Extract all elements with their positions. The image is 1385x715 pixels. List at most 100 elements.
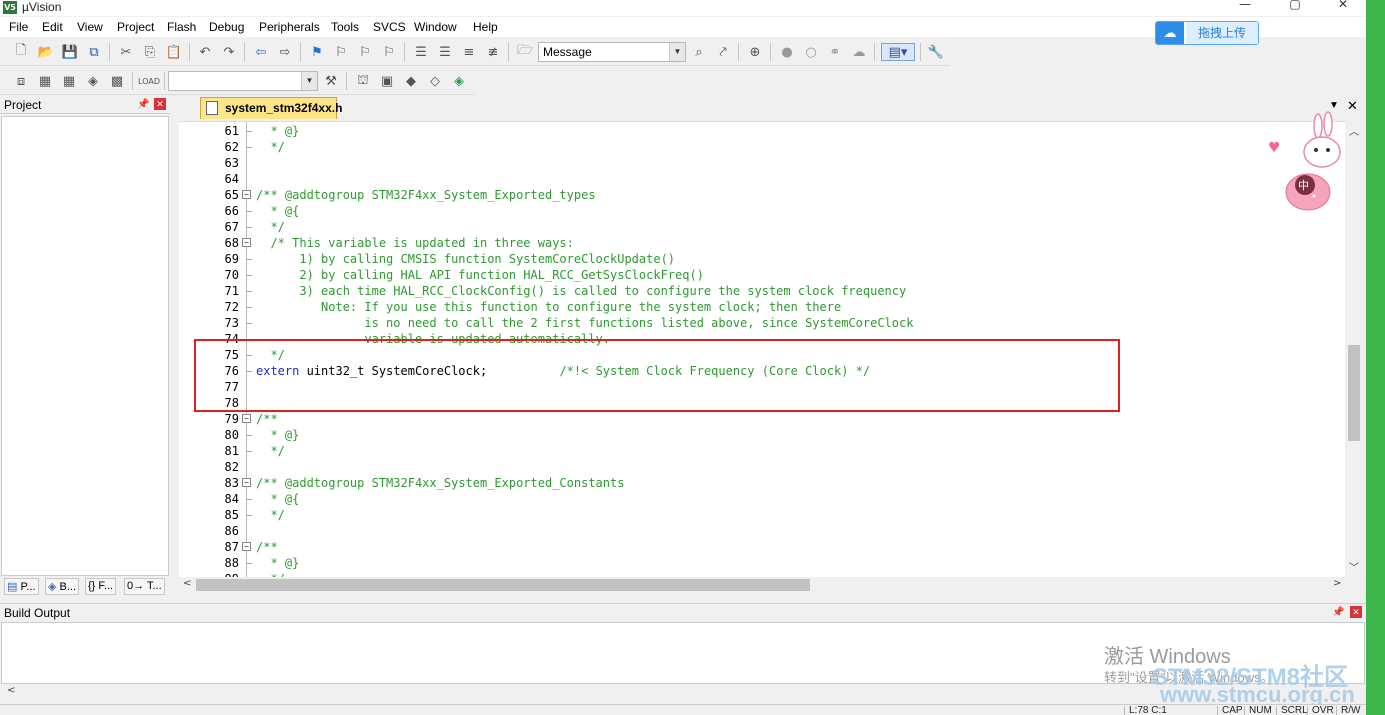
code-line[interactable]: 72 Note: If you use this function to con…: [179, 299, 1339, 315]
pin-icon[interactable]: 📌: [1332, 607, 1344, 618]
configure-icon[interactable]: 🔧: [927, 43, 945, 61]
menu-edit[interactable]: Edit: [42, 20, 63, 34]
code-line[interactable]: 88 * @}: [179, 555, 1339, 571]
breakpoint-kill-all-icon[interactable]: ☁: [850, 43, 868, 61]
code-line[interactable]: 68− /* This variable is updated in three…: [179, 235, 1339, 251]
open-file-icon[interactable]: 📂: [37, 43, 55, 61]
bookmark-icon[interactable]: ⚑: [308, 43, 326, 61]
menu-file[interactable]: File: [9, 20, 28, 34]
menu-tools[interactable]: Tools: [331, 20, 359, 34]
new-file-icon[interactable]: 🗋: [12, 43, 30, 61]
maximize-icon[interactable]: ▢: [1282, 0, 1308, 13]
close-window-icon[interactable]: ✕: [1330, 0, 1356, 13]
download-icon[interactable]: LOAD: [138, 72, 160, 90]
breakpoint-icon[interactable]: ●: [778, 43, 796, 61]
manage-project-icon[interactable]: ⛫: [354, 72, 372, 90]
clear-bookmarks-icon[interactable]: ⚐: [380, 43, 398, 61]
code-line[interactable]: 86: [179, 523, 1339, 539]
rebuild-icon[interactable]: ▦: [60, 72, 78, 90]
scroll-right-icon[interactable]: >: [1333, 578, 1341, 589]
tab-system-stm32f4xx-h[interactable]: system_stm32f4xx.h: [200, 97, 342, 119]
code-line[interactable]: 80 * @}: [179, 427, 1339, 443]
save-icon[interactable]: 💾: [61, 43, 79, 61]
code-line[interactable]: 85 */: [179, 507, 1339, 523]
incremental-find-icon[interactable]: ⤤: [714, 43, 732, 61]
code-line[interactable]: 83−/** @addtogroup STM32F4xx_System_Expo…: [179, 475, 1339, 491]
menu-window[interactable]: Window: [414, 20, 457, 34]
code-line[interactable]: 64: [179, 171, 1339, 187]
menu-project[interactable]: Project: [117, 20, 154, 34]
tab-books[interactable]: ◈ B...: [45, 578, 80, 595]
scroll-down-icon[interactable]: ﹀: [1349, 559, 1359, 574]
fold-toggle-icon[interactable]: −: [242, 542, 251, 551]
next-bookmark-icon[interactable]: ⚐: [356, 43, 374, 61]
code-line[interactable]: 87−/**: [179, 539, 1339, 555]
project-tree[interactable]: [1, 116, 169, 576]
cloud-upload-button[interactable]: ☁ 拖拽上传: [1155, 21, 1259, 45]
build-icon[interactable]: ▦: [36, 72, 54, 90]
close-panel-icon[interactable]: ✕: [1350, 606, 1362, 618]
menu-view[interactable]: View: [77, 20, 103, 34]
paste-icon[interactable]: 📋: [165, 43, 183, 61]
pack-installer-icon[interactable]: ◆: [402, 72, 420, 90]
find-combo[interactable]: Message ▼: [538, 42, 686, 62]
code-line[interactable]: 84 * @{: [179, 491, 1339, 507]
code-line[interactable]: 63: [179, 155, 1339, 171]
code-line[interactable]: 67 */: [179, 219, 1339, 235]
menu-help[interactable]: Help: [473, 20, 498, 34]
code-line[interactable]: 66 * @{: [179, 203, 1339, 219]
horizontal-scrollbar[interactable]: < >: [179, 577, 1345, 594]
manage-rte-icon[interactable]: ◈: [450, 72, 468, 90]
navigate-back-icon[interactable]: ⇦: [252, 43, 270, 61]
ime-mascot-icon[interactable]: ♥ 中: [1262, 110, 1352, 215]
debug-session-icon[interactable]: ⊕: [746, 43, 764, 61]
scroll-left-icon[interactable]: <: [183, 578, 191, 589]
copy-icon[interactable]: ⎘: [141, 43, 159, 61]
code-line[interactable]: 82: [179, 459, 1339, 475]
tab-project[interactable]: ▤ P...: [4, 578, 39, 595]
indent-icon[interactable]: ☰: [412, 43, 430, 61]
stop-build-icon[interactable]: ▩: [108, 72, 126, 90]
code-line[interactable]: 79−/**: [179, 411, 1339, 427]
tab-functions[interactable]: {} F...: [85, 578, 117, 595]
minimize-icon[interactable]: —: [1232, 0, 1258, 13]
find-icon[interactable]: ⌕: [690, 43, 708, 61]
code-line[interactable]: 65−/** @addtogroup STM32F4xx_System_Expo…: [179, 187, 1339, 203]
target-select[interactable]: ▼: [168, 71, 318, 91]
find-in-files-icon[interactable]: 🗁: [516, 43, 534, 61]
cut-icon[interactable]: ✂: [117, 43, 135, 61]
fold-toggle-icon[interactable]: −: [242, 190, 251, 199]
redo-icon[interactable]: ↷: [220, 43, 238, 61]
window-layout-icon[interactable]: ▤▾: [881, 43, 915, 61]
menu-peripherals[interactable]: Peripherals: [259, 20, 320, 34]
code-line[interactable]: 62 */: [179, 139, 1339, 155]
code-line[interactable]: 70 2) by calling HAL API function HAL_RC…: [179, 267, 1339, 283]
unindent-icon[interactable]: ☰: [436, 43, 454, 61]
target-options-icon[interactable]: ⚒: [322, 72, 340, 90]
uncomment-icon[interactable]: ≢: [484, 43, 502, 61]
save-all-icon[interactable]: ⧉: [85, 43, 103, 61]
comment-icon[interactable]: ≡: [460, 43, 478, 61]
prev-bookmark-icon[interactable]: ⚐: [332, 43, 350, 61]
vertical-scroll-thumb[interactable]: [1348, 345, 1360, 441]
menu-flash[interactable]: Flash: [167, 20, 196, 34]
fold-toggle-icon[interactable]: −: [242, 238, 251, 247]
code-line[interactable]: 73 is no need to call the 2 first functi…: [179, 315, 1339, 331]
fold-toggle-icon[interactable]: −: [242, 478, 251, 487]
code-line[interactable]: 71 3) each time HAL_RCC_ClockConfig() is…: [179, 283, 1339, 299]
tab-templates[interactable]: 0→ T...: [124, 578, 165, 595]
navigate-forward-icon[interactable]: ⇨: [276, 43, 294, 61]
menu-debug[interactable]: Debug: [209, 20, 244, 34]
undo-icon[interactable]: ↶: [196, 43, 214, 61]
chevron-down-icon[interactable]: ▼: [669, 43, 685, 61]
pin-icon[interactable]: 📌: [137, 99, 149, 110]
run-time-env-icon[interactable]: ◇: [426, 72, 444, 90]
menu-svcs[interactable]: SVCS: [373, 20, 406, 34]
batch-build-icon[interactable]: ◈: [84, 72, 102, 90]
select-packs-icon[interactable]: ▣: [378, 72, 396, 90]
code-line[interactable]: 69 1) by calling CMSIS function SystemCo…: [179, 251, 1339, 267]
breakpoint-disable-all-icon[interactable]: ⚭: [826, 43, 844, 61]
code-line[interactable]: 61 * @}: [179, 123, 1339, 139]
chevron-down-icon[interactable]: ▼: [301, 72, 317, 90]
fold-toggle-icon[interactable]: −: [242, 414, 251, 423]
